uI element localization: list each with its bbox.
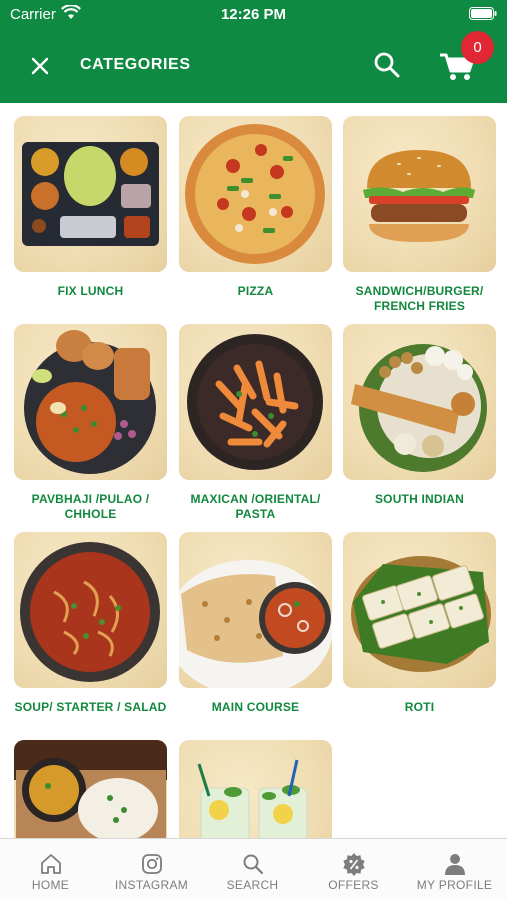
nav-home[interactable]: HOME [0, 839, 101, 900]
category-tile-pavbhaji[interactable]: PAVBHAJI /PULAO / CHHOLE [14, 324, 167, 522]
soup-image [14, 532, 167, 688]
category-tile-fix-lunch[interactable]: FIX LUNCH [14, 116, 167, 299]
dal-rice-image [14, 740, 167, 838]
nav-instagram-label: INSTAGRAM [114, 878, 189, 892]
close-icon[interactable] [24, 50, 56, 82]
nav-search-label: SEARCH [226, 878, 279, 892]
category-label: FIX LUNCH [57, 284, 124, 298]
nav-home-label: HOME [31, 878, 70, 892]
main-course-image [179, 532, 332, 688]
app-bar: CATEGORIES 0 [0, 28, 507, 103]
category-label: PAVBHAJI /PULAO / CHHOLE [31, 492, 150, 521]
instagram-icon [141, 854, 162, 874]
category-tile-south-indian[interactable]: SOUTH INDIAN [343, 324, 496, 507]
category-tile-pasta[interactable]: MAXICAN /ORIENTAL/PASTA [179, 324, 332, 522]
status-time: 12:26 PM [220, 6, 287, 23]
pizza-image [179, 116, 332, 272]
pavbhaji-image [14, 324, 167, 480]
fix-lunch-image [14, 116, 167, 272]
bottom-nav: HOME INSTAGRAM SEARCH OFFERS MY PROFILE [0, 838, 507, 900]
category-label: PIZZA [237, 284, 274, 298]
battery-icon [469, 7, 497, 20]
nav-offers-label: OFFERS [328, 878, 379, 892]
category-tile-10[interactable] [14, 740, 167, 838]
category-label: SOUP/ STARTER / SALAD [14, 700, 167, 714]
nav-offers[interactable]: OFFERS [303, 839, 404, 900]
search-icon[interactable] [372, 50, 402, 80]
category-label: ROTI [404, 700, 435, 714]
pasta-image [179, 324, 332, 480]
profile-icon [444, 854, 465, 875]
cart-count-badge: 0 [461, 31, 494, 64]
offers-icon [342, 853, 365, 876]
category-label: MAXICAN /ORIENTAL/PASTA [190, 492, 321, 521]
burger-image [343, 116, 496, 272]
status-bar: Carrier 12:26 PM [0, 0, 507, 28]
category-tile-soup-starter-salad[interactable]: SOUP/ STARTER / SALAD [14, 532, 167, 715]
page-title: CATEGORIES [80, 56, 191, 73]
drinks-image [179, 740, 332, 838]
nav-instagram[interactable]: INSTAGRAM [101, 839, 202, 900]
south-indian-image [343, 324, 496, 480]
category-tile-sandwich-burger[interactable]: SANDWICH/BURGER/FRENCH FRIES [343, 116, 496, 314]
nav-profile-label: MY PROFILE [416, 878, 493, 892]
app-header: Carrier 12:26 PM CATEGORIES 0 [0, 0, 507, 103]
category-tile-main-course[interactable]: MAIN COURSE [179, 532, 332, 715]
category-tile-pizza[interactable]: PIZZA [179, 116, 332, 299]
category-tile-roti[interactable]: ROTI [343, 532, 496, 715]
category-label: MAIN COURSE [211, 700, 300, 714]
home-icon [40, 854, 61, 874]
category-grid: FIX LUNCH PIZZA SANDWICH/BURGER/ FRENCH … [0, 103, 507, 838]
roti-image [343, 532, 496, 688]
category-label: SANDWICH/BURGER/FRENCH FRIES [355, 284, 484, 313]
nav-search[interactable]: SEARCH [202, 839, 303, 900]
category-tile-11[interactable] [179, 740, 332, 838]
category-label: SOUTH INDIAN [374, 492, 465, 506]
search-icon [243, 854, 263, 875]
nav-profile[interactable]: MY PROFILE [404, 839, 505, 900]
